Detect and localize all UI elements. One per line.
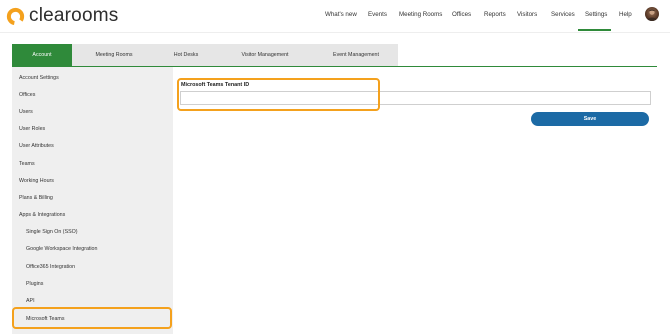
tab-visitor-management[interactable]: Visitor Management: [216, 44, 314, 66]
nav-active-underline: [578, 29, 611, 31]
settings-tabs: Account Meeting Rooms Hot Desks Visitor …: [12, 44, 398, 66]
sidebar-item-api[interactable]: API: [26, 298, 35, 304]
sidebar-item-plans-billing[interactable]: Plans & Billing: [19, 195, 53, 201]
sidebar-item-plugins[interactable]: Plugins: [26, 281, 43, 287]
tab-event-management[interactable]: Event Management: [314, 44, 398, 66]
top-header: clearooms What's new Events Meeting Room…: [0, 0, 670, 33]
tab-label: Hot Desks: [173, 52, 199, 58]
tab-hot-desks[interactable]: Hot Desks: [156, 44, 216, 66]
tab-label: Visitor Management: [241, 52, 289, 58]
sidebar-item-google-workspace[interactable]: Google Workspace Integration: [26, 246, 97, 252]
sidebar-item-working-hours[interactable]: Working Hours: [19, 178, 54, 184]
nav-item-events[interactable]: Events: [368, 11, 387, 18]
nav-item-services[interactable]: Services: [551, 11, 575, 18]
tab-meeting-rooms[interactable]: Meeting Rooms: [72, 44, 156, 66]
tenant-id-highlight-box: [177, 78, 380, 111]
sidebar-item-user-roles[interactable]: User Roles: [19, 126, 45, 132]
sidebar-item-users[interactable]: Users: [19, 109, 33, 115]
microsoft-teams-highlight-box: [12, 307, 172, 329]
sidebar-item-apps-integrations[interactable]: Apps & Integrations: [19, 212, 65, 218]
nav-item-visitors[interactable]: Visitors: [517, 11, 537, 18]
nav-item-whats-new[interactable]: What's new: [325, 11, 357, 18]
main-nav: What's new Events Meeting Rooms Offices …: [0, 0, 670, 31]
nav-item-settings[interactable]: Settings: [585, 11, 607, 18]
tab-label: Account: [32, 52, 52, 58]
nav-item-reports[interactable]: Reports: [484, 11, 506, 18]
sidebar-item-account-settings[interactable]: Account Settings: [19, 75, 59, 81]
save-button[interactable]: Save: [531, 112, 649, 126]
sidebar-item-teams[interactable]: Teams: [19, 161, 35, 167]
tab-account[interactable]: Account: [12, 44, 72, 66]
nav-item-meeting-rooms[interactable]: Meeting Rooms: [399, 11, 442, 18]
sidebar-item-office365[interactable]: Office365 Integration: [26, 264, 75, 270]
nav-item-offices[interactable]: Offices: [452, 11, 471, 18]
sidebar-item-user-attributes[interactable]: User Attributes: [19, 143, 54, 149]
nav-item-help[interactable]: Help: [619, 11, 632, 18]
sidebar-item-offices[interactable]: Offices: [19, 92, 35, 98]
settings-sidebar: Account Settings Offices Users User Role…: [12, 67, 173, 334]
user-avatar-icon[interactable]: [645, 7, 659, 21]
header-divider: [0, 32, 670, 33]
tab-label: Meeting Rooms: [95, 52, 133, 58]
tab-label: Event Management: [333, 52, 379, 58]
sidebar-item-sso[interactable]: Single Sign On (SSO): [26, 229, 78, 235]
